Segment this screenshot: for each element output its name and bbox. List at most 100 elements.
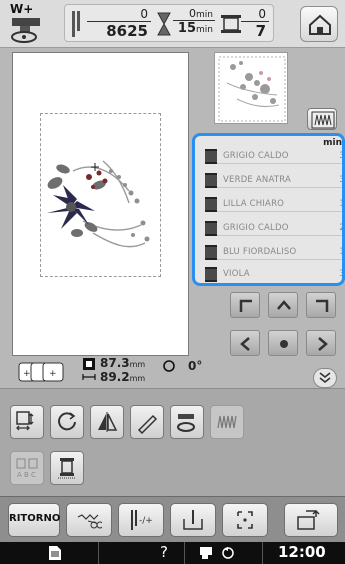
density-icon [217,415,237,429]
trial-button[interactable] [222,503,268,537]
move-up-left-button[interactable] [230,292,260,318]
list-time-header: min [323,138,342,148]
color-list-item[interactable]: LILLA CHIARO 1 [205,196,345,212]
color-list-item[interactable]: VIOLA 3 [205,266,342,282]
move-right-button[interactable] [306,330,336,356]
time-current: 0 [189,7,197,20]
stitch-view-button[interactable] [307,108,337,130]
size-button[interactable] [10,405,44,439]
machine-status-icon [200,547,234,559]
thread-spool-icon [205,173,217,188]
stitch-total: 8625 [106,22,148,40]
chevron-left-icon [240,337,250,351]
design-size-icon [82,358,96,380]
mirror-button[interactable] [90,405,124,439]
help-icon[interactable]: ? [160,543,168,561]
presser-foot-edit-icon [177,414,195,432]
color-list-item[interactable]: VERDE ANATRA 3 [205,172,345,188]
color-name: LILLA CHIARO [223,199,285,209]
border-button[interactable] [170,405,204,439]
svg-text:+: + [23,369,31,379]
thread-color-list[interactable]: min GRIGIO CALDO 3 VERDE ANATRA 3 LILLA … [192,133,345,286]
design-dimensions: 87.3mm 89.2mm [100,357,145,385]
back-button[interactable]: RITORNO [8,503,60,537]
text-color-button[interactable]: A B C [10,451,44,485]
embroidery-edit-area[interactable] [12,52,189,356]
color-time: 2 [339,223,345,233]
presser-foot-label: W+ [10,2,34,16]
status-divider [184,542,185,564]
color-name: VIOLA [223,269,250,279]
design-info-strip: + + 87.3mm 89.2mm 0° [12,357,300,385]
resize-icon [16,411,34,431]
frame-trace-icon [237,511,253,529]
move-up-button[interactable] [268,292,298,318]
floral-design-image [47,160,150,248]
color-current: 0 [241,7,269,22]
home-button[interactable] [300,6,338,42]
double-chevron-down-icon [319,372,331,384]
corner-up-left-icon [239,299,252,312]
color-time: 1 [339,199,345,209]
presser-foot-icon: W+ [6,2,56,44]
thread-density-button[interactable] [130,405,164,439]
color-name: GRIGIO CALDO [223,151,289,161]
needle-down-button[interactable] [170,503,216,537]
needle-tension-icon: -/+ [131,510,153,530]
back-button-label: RITORNO [9,513,61,524]
single-color-button[interactable] [50,451,84,485]
document-icon[interactable] [48,545,62,561]
thread-spool-icon [205,197,217,212]
svg-text:A B C: A B C [17,471,36,479]
center-dot-icon [280,340,288,348]
height-unit: mm [129,374,146,383]
color-counter: 0 7 [241,7,269,40]
color-name: VERDE ANATRA [223,175,292,185]
svg-text:+: + [49,369,57,379]
mirror-icon [98,412,118,432]
color-list-item[interactable]: BLU FIORDALISO 1 [205,244,342,260]
time-unit: min [196,10,213,20]
chevron-up-icon [277,300,291,310]
density-button[interactable] [210,405,244,439]
stitch-view-icon [311,111,335,129]
move-left-button[interactable] [230,330,260,356]
needle-position-icon [183,510,203,530]
pencil-icon [137,414,158,434]
progress-panel: 0 8625 0min 15min 0 7 [64,4,274,42]
thread-spool-icon [58,458,76,479]
hoop-size-icon: + + [18,362,64,382]
time-total: 15 [177,21,197,36]
color-list-item[interactable]: GRIGIO CALDO 3 [205,148,345,164]
expand-button[interactable] [313,368,337,388]
tension-button[interactable]: -/+ [118,503,164,537]
hourglass-icon [157,12,171,36]
stitch-counter: 0 8625 [87,7,151,40]
color-list-item[interactable]: GRIGIO CALDO 2 [205,220,345,236]
color-time: 3 [339,175,345,185]
preview-image [218,56,286,122]
corner-up-right-icon [316,299,329,312]
text-color-icon: A B C [16,458,38,479]
status-divider [98,542,99,564]
thread-trim-button[interactable] [66,503,112,537]
embroidery-button[interactable] [284,503,338,537]
bottom-action-bar: RITORNO -/+ [0,496,345,542]
svg-text:-/+: -/+ [139,516,153,526]
move-up-right-button[interactable] [306,292,336,318]
time-counter: 0min 15min [173,7,215,36]
design-height: 89.2 [100,370,130,384]
chevron-right-icon [318,337,328,351]
color-name: BLU FIORDALISO [223,247,297,257]
home-icon [309,14,331,35]
design-preview-thumbnail [214,52,288,124]
system-status-bar: ? 12:00 [0,542,345,564]
thread-spool-icon [205,221,217,236]
color-time: 3 [339,151,345,161]
center-button[interactable] [268,330,298,356]
needle-icon [72,11,80,37]
design-width: 87.3 [100,356,130,370]
rotate-button[interactable] [50,405,84,439]
top-status-bar: W+ 0 8625 0min 15min 0 7 [0,0,345,48]
color-total: 7 [255,22,266,40]
